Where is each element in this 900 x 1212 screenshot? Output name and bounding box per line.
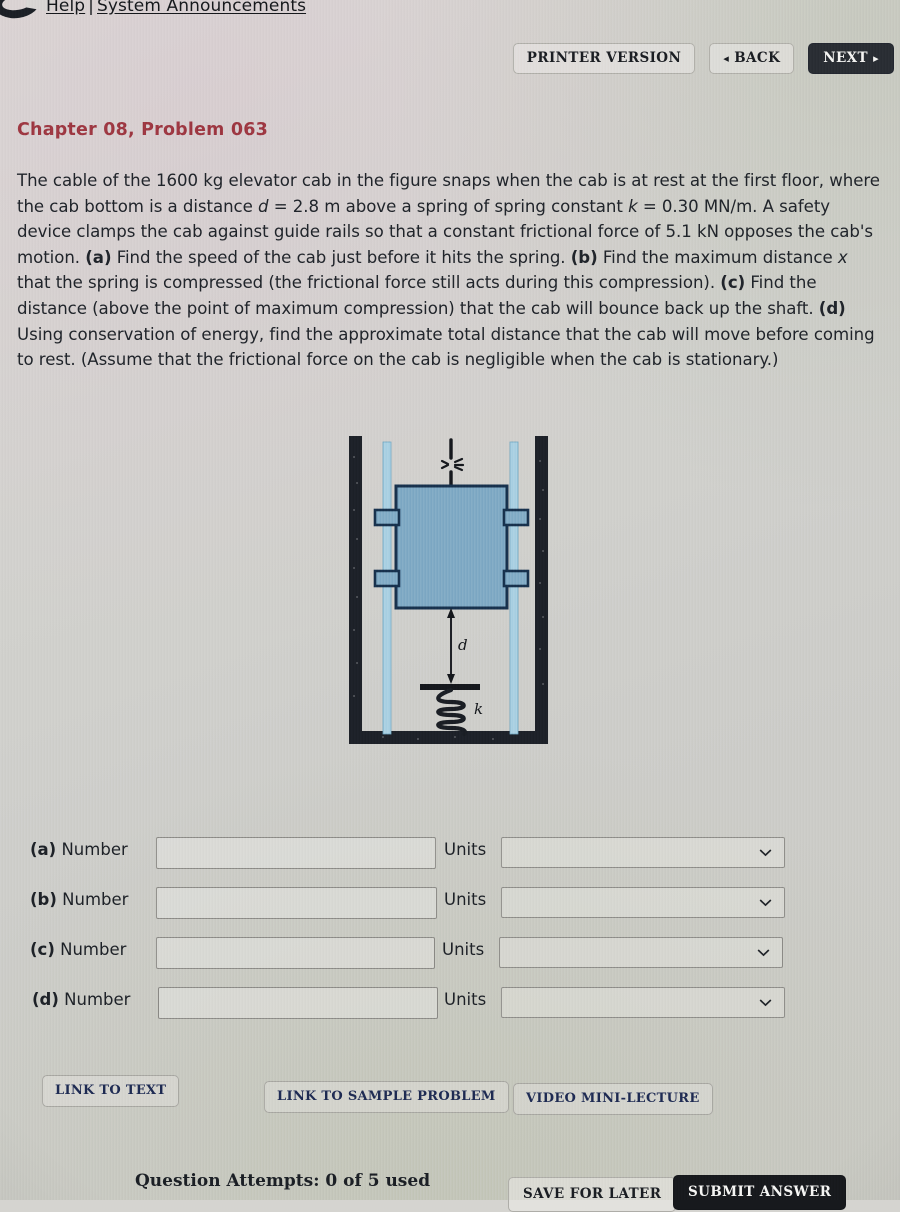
problem-text-10: that the spring is compressed (the frict… [17, 273, 721, 293]
back-button[interactable]: ◂ BACK [709, 43, 795, 74]
header-button-group: PRINTER VERSION ◂ BACK NEXT ▸ [512, 43, 894, 74]
guide-clamp-bottom-left [373, 569, 401, 588]
number-label-b: Number [62, 890, 129, 909]
problem-text-6: Find the speed of the cab just before it… [111, 247, 571, 267]
units-select-b[interactable] [501, 887, 785, 918]
elevator-diagram-svg: d k [349, 436, 548, 744]
top-navigation-bar: Help | System Announcements [0, 0, 900, 24]
units-select-c[interactable] [499, 937, 783, 968]
answer-label-c: (c) Number [30, 940, 126, 959]
variable-x: x [837, 247, 848, 267]
chevron-down-icon [757, 948, 770, 956]
link-separator: | [88, 0, 94, 16]
part-d-marker: (d) [818, 298, 846, 318]
answer-label-a: (a) Number [30, 840, 128, 859]
units-label-d: Units [444, 990, 487, 1009]
guide-clamp-bottom-right [502, 569, 530, 588]
number-label-c: Number [60, 940, 127, 959]
save-for-later-button[interactable]: SAVE FOR LATER [508, 1177, 677, 1212]
printer-version-button[interactable]: PRINTER VERSION [512, 43, 696, 74]
system-announcements-link[interactable]: System Announcements [97, 0, 306, 16]
submit-answer-button[interactable]: SUBMIT ANSWER [673, 1175, 847, 1210]
next-arrow-icon: ▸ [873, 52, 879, 65]
footer-bar: Question Attempts: 0 of 5 used SAVE FOR … [0, 1168, 900, 1212]
answer-label-b: (b) Number [30, 890, 128, 909]
answer-tag-b: (b) [30, 890, 57, 909]
answer-row-a: (a) Number Units [0, 832, 900, 882]
next-button-label: NEXT [823, 50, 868, 66]
elevator-shaft-diagram: d k [342, 434, 564, 772]
units-select-a[interactable] [501, 837, 785, 868]
answer-input-b[interactable] [156, 887, 437, 919]
units-label-c: Units [442, 940, 485, 959]
answer-input-d[interactable] [158, 987, 438, 1019]
back-arrow-icon: ◂ [723, 52, 730, 65]
chevron-down-icon [759, 998, 772, 1006]
units-select-d[interactable] [501, 987, 785, 1018]
answer-tag-c: (c) [30, 940, 55, 959]
part-b-marker: (b) [570, 247, 598, 267]
resource-link-group: LINK TO TEXT LINK TO SAMPLE PROBLEM VIDE… [0, 1072, 900, 1115]
variable-k: k [628, 196, 638, 216]
next-button[interactable]: NEXT ▸ [808, 43, 894, 74]
answer-input-a[interactable] [156, 837, 436, 869]
distance-label: d [458, 636, 468, 654]
link-to-sample-problem-button[interactable]: LINK TO SAMPLE PROBLEM [264, 1081, 509, 1113]
video-mini-lecture-button[interactable]: VIDEO MINI-LECTURE [513, 1083, 713, 1115]
help-link[interactable]: Help [46, 0, 85, 16]
part-c-marker: (c) [720, 273, 746, 293]
spring: k [420, 684, 483, 737]
elevator-cab [373, 484, 530, 610]
page-title: Chapter 08, Problem 063 [17, 120, 269, 140]
units-label-b: Units [444, 890, 487, 909]
answer-input-c[interactable] [156, 937, 435, 969]
answer-entry-section: (a) Number Units (b) Number Units (c) Nu… [0, 832, 900, 1032]
link-to-text-button[interactable]: LINK TO TEXT [42, 1075, 180, 1107]
distance-arrow: d [447, 608, 468, 684]
answer-label-d: (d) Number [32, 990, 130, 1009]
wileyplus-logo-icon [0, 0, 42, 22]
guide-clamp-top-left [373, 508, 401, 527]
units-label-a: Units [444, 840, 487, 859]
answer-row-c: (c) Number Units [0, 932, 900, 982]
problem-text-8: Find the maximum distance [597, 247, 838, 267]
snapped-cable-icon [440, 438, 465, 488]
answer-tag-d: (d) [32, 990, 59, 1009]
answer-row-d: (d) Number Units [0, 982, 900, 1032]
question-attempts-status: Question Attempts: 0 of 5 used [135, 1171, 431, 1191]
help-links: Help | System Announcements [46, 0, 306, 16]
answer-tag-a: (a) [30, 840, 57, 859]
problem-text-2: = 2.8 m above a spring of spring constan… [268, 196, 629, 216]
answer-row-b: (b) Number Units [0, 882, 900, 932]
number-label-d: Number [64, 990, 131, 1009]
variable-d: d [258, 196, 269, 216]
number-label-a: Number [61, 840, 128, 859]
problem-statement: The cable of the 1600 kg elevator cab in… [17, 168, 885, 373]
problem-text-14: Using conservation of energy, find the a… [17, 324, 875, 370]
chevron-down-icon [759, 898, 772, 906]
guide-clamp-top-right [502, 508, 530, 527]
part-a-marker: (a) [85, 247, 112, 267]
back-button-label: BACK [734, 50, 781, 66]
spring-label: k [474, 700, 483, 718]
chevron-down-icon [759, 848, 772, 856]
